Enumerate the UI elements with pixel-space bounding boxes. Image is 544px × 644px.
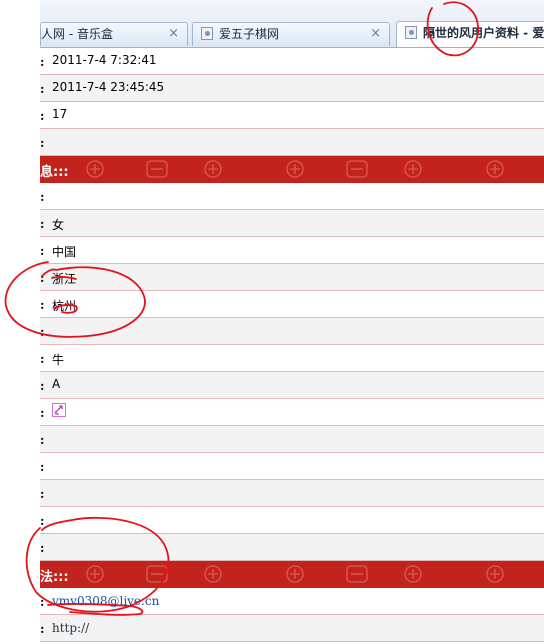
field-colon: : bbox=[40, 595, 45, 609]
field-colon: : bbox=[40, 406, 45, 420]
field-colon: : bbox=[40, 244, 45, 258]
section-header-info: 息::: bbox=[40, 156, 544, 183]
page-icon bbox=[201, 27, 213, 40]
table-row: : 牛 bbox=[40, 345, 544, 372]
table-row: : 2011-7-4 7:32:41 bbox=[40, 48, 544, 75]
table-row: : vmv0308@live.cn bbox=[40, 588, 544, 615]
field-colon: : bbox=[40, 217, 45, 231]
page-icon bbox=[405, 26, 417, 39]
section-title: 息::: bbox=[40, 165, 69, 180]
register-time: 2011-7-4 7:32:41 bbox=[52, 53, 157, 67]
table-row: : 浙江 bbox=[40, 264, 544, 291]
page-left-margin bbox=[0, 0, 40, 644]
table-row: : http:// bbox=[40, 615, 544, 642]
broken-image-icon[interactable] bbox=[52, 403, 66, 417]
field-colon: : bbox=[40, 136, 45, 150]
table-row: : 杭州 bbox=[40, 291, 544, 318]
table-row: : 女 bbox=[40, 210, 544, 237]
field-value: 17 bbox=[52, 107, 68, 121]
field-colon: : bbox=[40, 487, 45, 501]
field-colon: : bbox=[40, 460, 45, 474]
tab-label: 人网 - 音乐盒 bbox=[41, 27, 113, 41]
table-row: : bbox=[40, 534, 544, 561]
country-value: 中国 bbox=[52, 245, 77, 259]
tab-gomoku[interactable]: 爱五子棋网 × bbox=[192, 22, 390, 46]
field-colon: : bbox=[40, 109, 45, 123]
gender-value: 女 bbox=[52, 218, 65, 232]
table-row: : bbox=[40, 318, 544, 345]
profile-table: : 2011-7-4 7:32:41 : 2011-7-4 23:45:45 :… bbox=[40, 48, 544, 642]
tab-music-box[interactable]: 人网 - 音乐盒 × bbox=[40, 22, 188, 46]
tab-user-profile[interactable]: 隔世的风用户资料 - 爱 bbox=[396, 21, 544, 47]
close-icon[interactable]: × bbox=[168, 23, 179, 45]
field-colon: : bbox=[40, 514, 45, 528]
table-row: : bbox=[40, 480, 544, 507]
tab-label: 隔世的风用户资料 - 爱 bbox=[423, 26, 544, 40]
field-colon: : bbox=[40, 541, 45, 555]
table-row: : bbox=[40, 399, 544, 426]
email-link[interactable]: vmv0308@live.cn bbox=[52, 594, 159, 608]
field-colon: : bbox=[40, 325, 45, 339]
seal-motif-icon bbox=[86, 565, 504, 583]
table-row: : 中国 bbox=[40, 237, 544, 264]
seal-motif-icon bbox=[86, 160, 504, 178]
city-value: 杭州 bbox=[52, 299, 77, 313]
section-title: 法::: bbox=[40, 570, 69, 585]
field-colon: : bbox=[40, 622, 45, 636]
zodiac-value: 牛 bbox=[52, 353, 65, 367]
browser-tab-bar: 人网 - 音乐盒 × 爱五子棋网 × 隔世的风用户资料 - 爱 bbox=[40, 0, 544, 48]
last-login-time: 2011-7-4 23:45:45 bbox=[52, 80, 165, 94]
field-colon: : bbox=[40, 190, 45, 204]
table-row: : bbox=[40, 507, 544, 534]
field-colon: : bbox=[40, 433, 45, 447]
table-row: : 17 bbox=[40, 102, 544, 129]
tab-label: 爱五子棋网 bbox=[219, 27, 280, 41]
field-colon: : bbox=[40, 82, 45, 96]
table-row: : bbox=[40, 426, 544, 453]
field-colon: : bbox=[40, 352, 45, 366]
blood-type-value: A bbox=[52, 377, 61, 391]
table-row: : 2011-7-4 23:45:45 bbox=[40, 75, 544, 102]
table-row: : bbox=[40, 129, 544, 156]
field-colon: : bbox=[40, 379, 45, 393]
field-colon: : bbox=[40, 298, 45, 312]
homepage-link[interactable]: http:// bbox=[52, 621, 89, 635]
table-row: : bbox=[40, 453, 544, 480]
province-value: 浙江 bbox=[52, 272, 77, 286]
close-icon[interactable]: × bbox=[370, 23, 381, 45]
table-row: : A bbox=[40, 372, 544, 399]
table-row: : bbox=[40, 183, 544, 210]
field-colon: : bbox=[40, 271, 45, 285]
field-colon: : bbox=[40, 55, 45, 69]
section-header-method: 法::: bbox=[40, 561, 544, 588]
